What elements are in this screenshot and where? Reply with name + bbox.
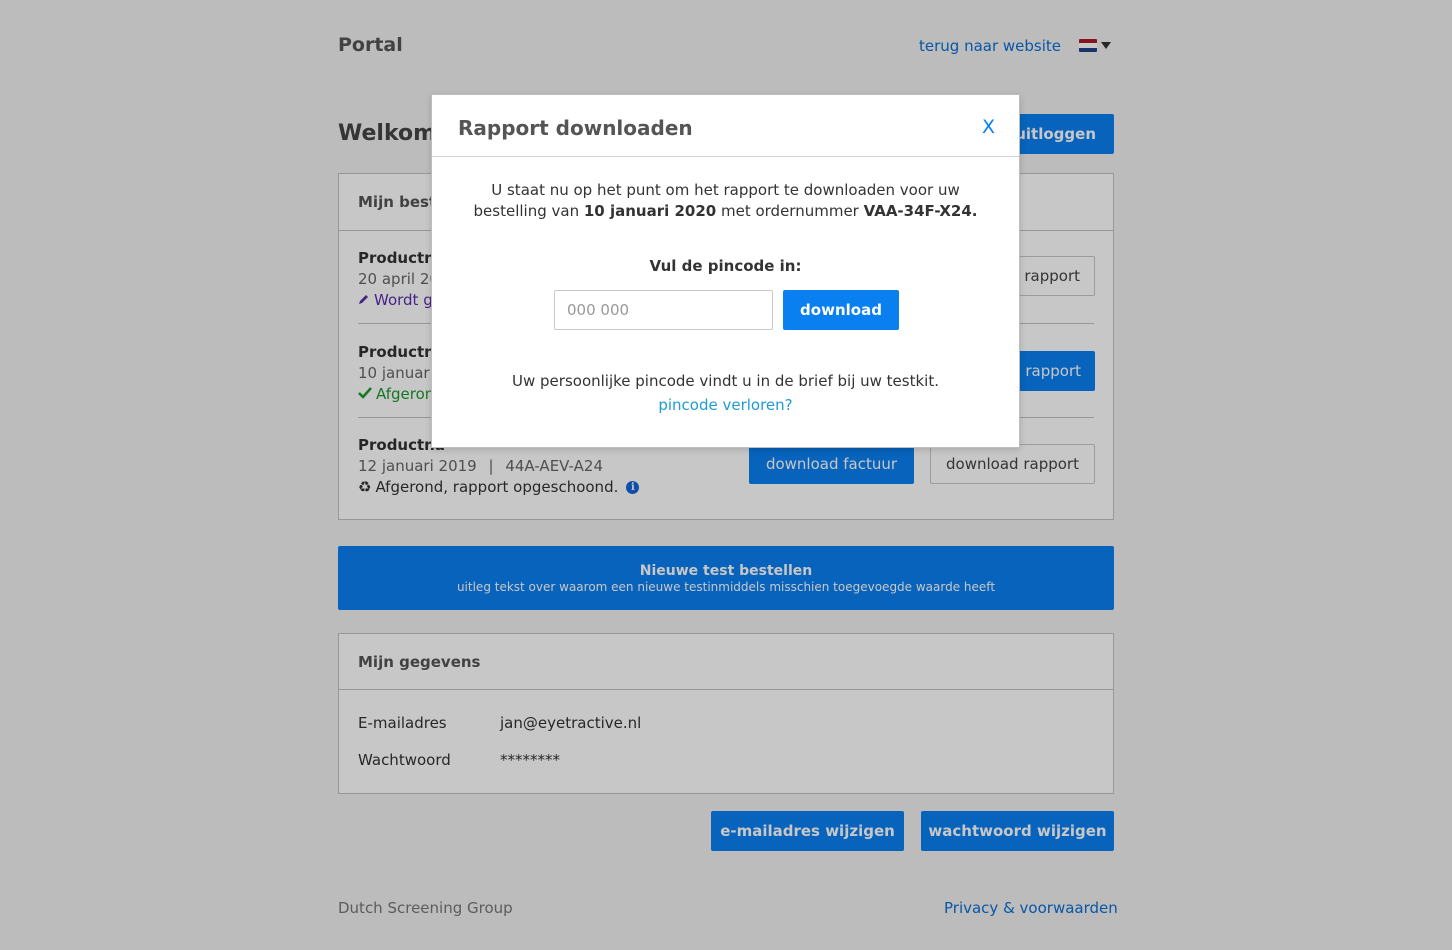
pin-label: Vul de pincode in: xyxy=(649,257,802,275)
pin-hint: Uw persoonlijke pincode vindt u in de br… xyxy=(512,372,939,390)
modal-text-part2: met ordernummer xyxy=(716,202,864,220)
modal-description: U staat nu op het punt om het rapport te… xyxy=(462,180,989,222)
portal-page: Portal terug naar website Welkom, uitlog… xyxy=(0,0,1452,950)
modal-title: Rapport downloaden xyxy=(458,116,693,140)
pin-input[interactable] xyxy=(554,290,773,330)
download-report-modal: Rapport downloaden X U staat nu op het p… xyxy=(431,94,1020,448)
download-button[interactable]: download xyxy=(783,290,899,330)
lost-pin-link[interactable]: pincode verloren? xyxy=(432,396,1019,414)
close-icon[interactable]: X xyxy=(982,116,995,138)
modal-order-number: VAA-34F-X24. xyxy=(863,202,978,220)
modal-header: Rapport downloaden X xyxy=(432,95,1019,157)
modal-order-date: 10 januari 2020 xyxy=(583,202,717,220)
